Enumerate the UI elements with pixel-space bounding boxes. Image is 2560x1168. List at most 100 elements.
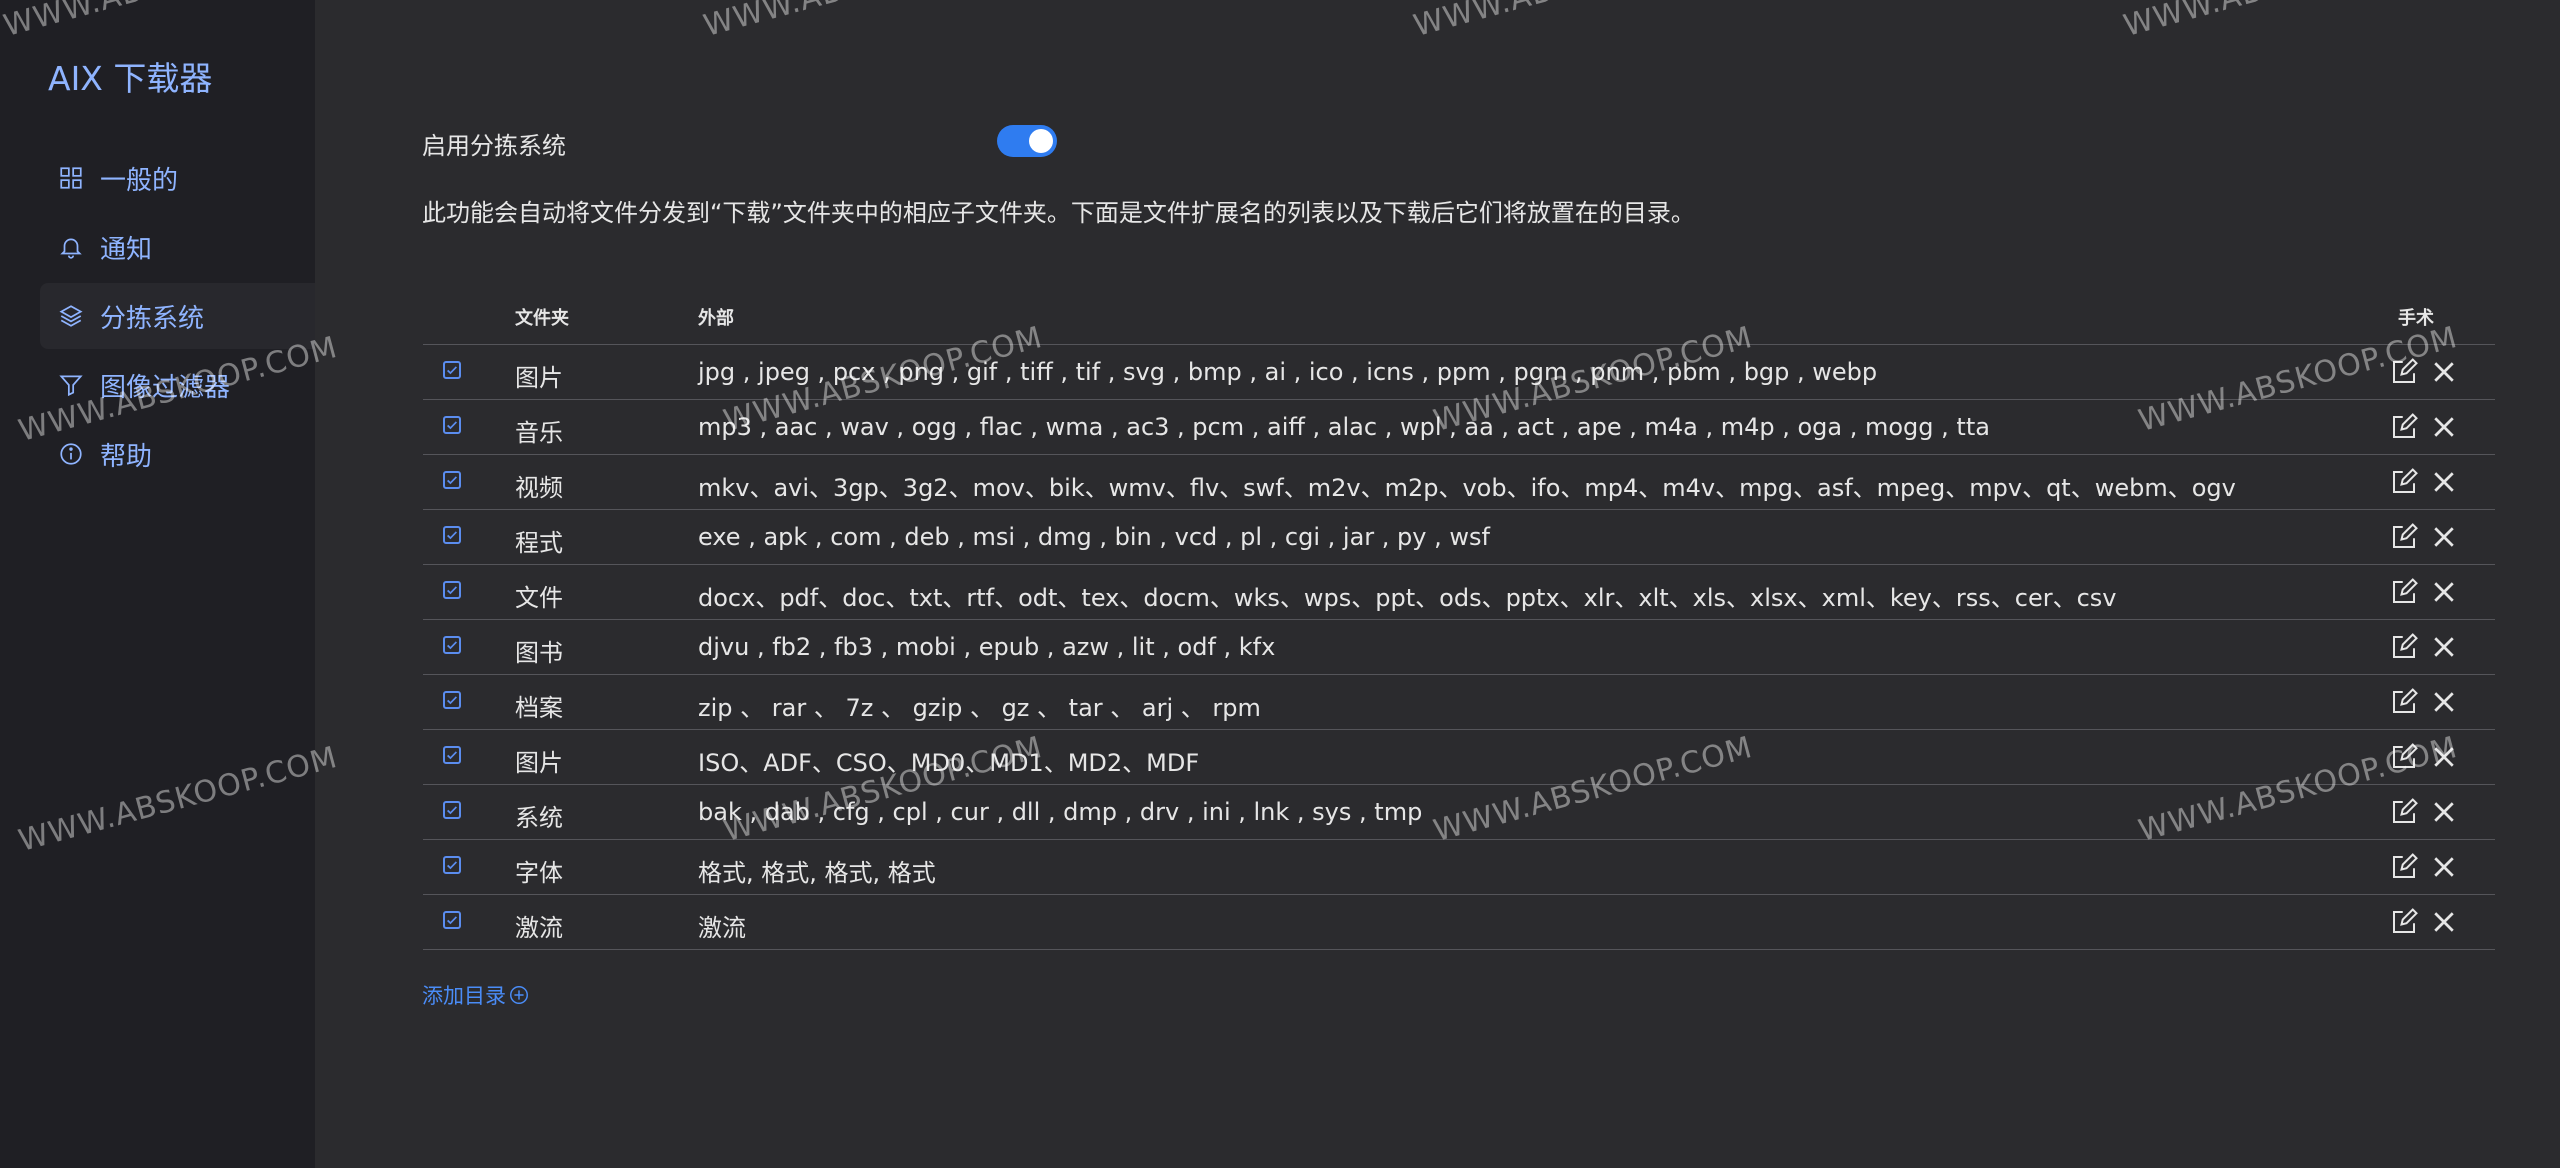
delete-button[interactable] — [2429, 742, 2459, 772]
sidebar-item-image-filter[interactable]: 图像过滤器 — [40, 352, 315, 418]
extension-list: docx、pdf、doc、txt、rtf、odt、tex、docm、wks、wp… — [698, 584, 2117, 612]
edit-button[interactable] — [2389, 522, 2419, 552]
column-header-actions: 手术 — [2398, 308, 2434, 329]
edit-icon — [2393, 413, 2418, 438]
row-checkbox[interactable] — [443, 471, 461, 489]
toggle-label: 启用分拣系统 — [422, 132, 566, 160]
table-header: 文件夹 外部 手术 — [423, 290, 2495, 345]
layers-icon — [56, 301, 86, 331]
table-row: 图书 djvu , fb2 , fb3 , mobi , epub , azw ,… — [423, 620, 2495, 675]
close-icon — [2434, 912, 2454, 932]
folder-name: 字体 — [515, 859, 563, 887]
row-checkbox[interactable] — [443, 636, 461, 654]
sidebar-item-general[interactable]: 一般的 — [40, 145, 315, 211]
edit-button[interactable] — [2389, 742, 2419, 772]
info-icon — [56, 439, 86, 469]
folder-name: 音乐 — [515, 419, 563, 447]
edit-icon — [2393, 798, 2418, 823]
extension-list: djvu , fb2 , fb3 , mobi , epub , azw , l… — [698, 633, 1276, 661]
column-header-extensions: 外部 — [698, 308, 734, 329]
folder-name: 文件 — [515, 584, 563, 612]
delete-button[interactable] — [2429, 797, 2459, 827]
close-icon — [2434, 582, 2454, 602]
sorting-system-toggle[interactable] — [997, 125, 1057, 157]
edit-button[interactable] — [2389, 632, 2419, 662]
edit-button[interactable] — [2389, 797, 2419, 827]
delete-button[interactable] — [2429, 467, 2459, 497]
row-checkbox[interactable] — [443, 526, 461, 544]
delete-button[interactable] — [2429, 907, 2459, 937]
edit-button[interactable] — [2389, 577, 2419, 607]
main-panel: 启用分拣系统 此功能会自动将文件分发到“下载”文件夹中的相应子文件夹。下面是文件… — [315, 0, 2560, 1168]
folder-name: 视频 — [515, 474, 563, 502]
check-icon — [447, 476, 458, 485]
table-row: 文件 docx、pdf、doc、txt、rtf、odt、tex、docm、wks、… — [423, 565, 2495, 620]
delete-button[interactable] — [2429, 852, 2459, 882]
extension-list: 格式, 格式, 格式, 格式 — [698, 859, 936, 887]
sidebar-item-notifications[interactable]: 通知 — [40, 214, 315, 280]
check-icon — [447, 531, 458, 540]
extension-list: mkv、avi、3gp、3g2、mov、bik、wmv、flv、swf、m2v、… — [698, 474, 2236, 502]
edit-icon — [2393, 853, 2418, 878]
close-icon — [2434, 362, 2454, 382]
delete-button[interactable] — [2429, 412, 2459, 442]
extension-table: 文件夹 外部 手术 图片 jpg , jpeg , pcx , png , gif… — [423, 290, 2495, 950]
row-checkbox[interactable] — [443, 911, 461, 929]
edit-icon — [2393, 468, 2418, 493]
check-icon — [447, 916, 458, 925]
row-checkbox[interactable] — [443, 801, 461, 819]
filter-icon — [56, 370, 86, 400]
close-icon — [2434, 857, 2454, 877]
edit-button[interactable] — [2389, 357, 2419, 387]
folder-name: 系统 — [515, 804, 563, 832]
folder-name: 图书 — [515, 639, 563, 667]
table-row: 视频 mkv、avi、3gp、3g2、mov、bik、wmv、flv、swf、m2… — [423, 455, 2495, 510]
sidebar: AIX 下载器 一般的 通知 分拣系统 图像过滤器 帮助 — [0, 0, 315, 1168]
table-row: 档案 zip 、 rar 、 7z 、 gzip 、 gz 、 tar 、 arj… — [423, 675, 2495, 730]
delete-button[interactable] — [2429, 577, 2459, 607]
sidebar-item-label: 通知 — [100, 234, 153, 265]
add-directory-button[interactable]: 添加目录 — [422, 980, 530, 1010]
delete-button[interactable] — [2429, 522, 2459, 552]
row-checkbox[interactable] — [443, 581, 461, 599]
edit-button[interactable] — [2389, 907, 2419, 937]
column-header-folder: 文件夹 — [515, 308, 569, 329]
close-icon — [2434, 692, 2454, 712]
toggle-knob — [1029, 129, 1053, 153]
table-row: 图片 ISO、ADF、CSO、MD0、MD1、MD2、MDF — [423, 730, 2495, 785]
app-title: AIX 下载器 — [48, 59, 213, 98]
close-icon — [2434, 527, 2454, 547]
add-directory-label: 添加目录 — [422, 984, 506, 1008]
grid-icon — [56, 163, 86, 193]
row-checkbox[interactable] — [443, 691, 461, 709]
edit-button[interactable] — [2389, 687, 2419, 717]
row-checkbox[interactable] — [443, 416, 461, 434]
sidebar-item-label: 分拣系统 — [100, 303, 205, 334]
close-icon — [2434, 472, 2454, 492]
delete-button[interactable] — [2429, 357, 2459, 387]
bell-icon — [56, 232, 86, 262]
edit-button[interactable] — [2389, 467, 2419, 497]
edit-button[interactable] — [2389, 412, 2419, 442]
edit-icon — [2393, 908, 2418, 933]
edit-icon — [2393, 523, 2418, 548]
edit-button[interactable] — [2389, 852, 2419, 882]
edit-icon — [2393, 578, 2418, 603]
close-icon — [2434, 637, 2454, 657]
table-row: 程式 exe , apk , com , deb , msi , dmg , bi… — [423, 510, 2495, 565]
extension-list: mp3 , aac , wav , ogg , flac , wma , ac3… — [698, 413, 1990, 441]
delete-button[interactable] — [2429, 687, 2459, 717]
row-checkbox[interactable] — [443, 746, 461, 764]
sidebar-item-label: 一般的 — [100, 165, 179, 196]
table-row: 字体 格式, 格式, 格式, 格式 — [423, 840, 2495, 895]
delete-button[interactable] — [2429, 632, 2459, 662]
extension-list: exe , apk , com , deb , msi , dmg , bin … — [698, 523, 1490, 551]
row-checkbox[interactable] — [443, 856, 461, 874]
edit-icon — [2393, 743, 2418, 768]
sidebar-item-label: 帮助 — [100, 441, 153, 472]
check-icon — [447, 861, 458, 870]
table-body: 图片 jpg , jpeg , pcx , png , gif , tiff , … — [423, 345, 2495, 950]
sidebar-item-sorting-system[interactable]: 分拣系统 — [40, 283, 315, 349]
sidebar-item-help[interactable]: 帮助 — [40, 421, 315, 487]
row-checkbox[interactable] — [443, 361, 461, 379]
